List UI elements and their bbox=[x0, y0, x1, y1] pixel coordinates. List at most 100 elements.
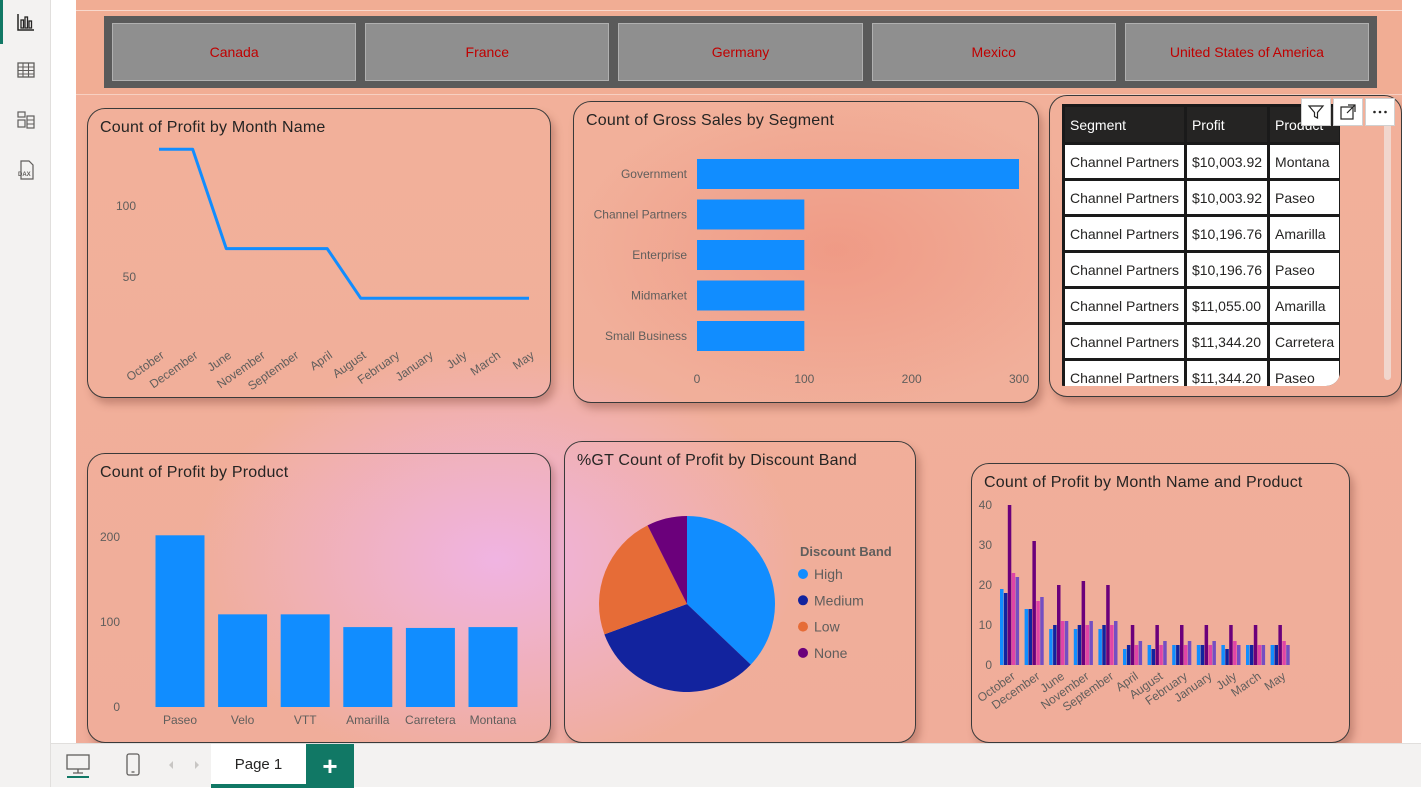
bar bbox=[155, 535, 205, 707]
cell-product: Paseo bbox=[1270, 253, 1340, 286]
bar bbox=[468, 627, 518, 707]
y-tick-label: 100 bbox=[116, 199, 136, 213]
bar bbox=[1229, 625, 1233, 665]
cell-profit: $11,055.00 bbox=[1186, 289, 1268, 322]
cell-segment: Channel Partners bbox=[1065, 325, 1184, 358]
bar bbox=[1249, 645, 1254, 665]
bar bbox=[1138, 641, 1143, 665]
dax-query-icon[interactable]: DAX bbox=[0, 148, 51, 192]
table-viewport: Segment Profit Product Channel Partners $… bbox=[1050, 96, 1340, 386]
bar bbox=[1274, 645, 1278, 665]
x-tick-label: Montana bbox=[470, 713, 517, 727]
month-product-bar-card[interactable]: Count of Profit by Month Name and Produc… bbox=[971, 463, 1350, 743]
bar bbox=[1261, 645, 1266, 665]
cell-segment: Channel Partners bbox=[1065, 217, 1184, 250]
bar bbox=[1102, 625, 1106, 665]
bar bbox=[1130, 625, 1135, 665]
bar bbox=[1172, 645, 1176, 665]
bar bbox=[1134, 645, 1139, 665]
pie-chart-card[interactable]: %GT Count of Profit by Discount Band Dis… bbox=[564, 441, 916, 743]
table-scrollbar[interactable] bbox=[1384, 106, 1391, 380]
table-row[interactable]: Channel Partners $10,196.76 Paseo bbox=[1065, 253, 1340, 286]
pie-chart: Discount Band High Medium Low None bbox=[599, 516, 892, 692]
mobile-layout-icon[interactable] bbox=[118, 750, 148, 780]
y-tick-label: 100 bbox=[100, 615, 120, 629]
column-header-profit[interactable]: Profit bbox=[1186, 107, 1268, 142]
bar bbox=[1098, 629, 1102, 665]
bar bbox=[697, 280, 805, 311]
bar bbox=[1081, 581, 1086, 665]
desktop-layout-icon[interactable] bbox=[63, 750, 93, 780]
previous-page-icon[interactable] bbox=[158, 750, 184, 780]
focus-mode-icon[interactable] bbox=[1333, 98, 1363, 126]
bar bbox=[1180, 625, 1184, 665]
bar bbox=[343, 627, 393, 707]
table-row[interactable]: Channel Partners $11,344.20 Carretera bbox=[1065, 325, 1340, 358]
table-row[interactable]: Channel Partners $10,003.92 Montana bbox=[1065, 145, 1340, 178]
bar bbox=[1151, 649, 1155, 665]
bar bbox=[1003, 593, 1008, 665]
bar bbox=[1246, 645, 1250, 665]
column-header-segment[interactable]: Segment bbox=[1065, 107, 1184, 142]
x-tick-label: 200 bbox=[902, 372, 922, 386]
slicer-item-france[interactable]: France bbox=[365, 23, 610, 81]
data-table: Segment Profit Product Channel Partners $… bbox=[1062, 104, 1340, 386]
slicer-item-usa[interactable]: United States of America bbox=[1124, 23, 1370, 81]
product-bar-card[interactable]: Count of Profit by Product 0 100 200 Paseo V… bbox=[87, 453, 551, 743]
add-page-button[interactable]: + bbox=[306, 744, 354, 788]
more-options-icon[interactable] bbox=[1365, 98, 1395, 126]
cell-profit: $10,196.76 bbox=[1186, 253, 1268, 286]
bar bbox=[1060, 621, 1065, 665]
table-card[interactable]: Segment Profit Product Channel Partners $… bbox=[1049, 95, 1402, 397]
page-navigation-bar: Page 1 + bbox=[51, 743, 1421, 788]
product-bar-chart: 0 100 200 Paseo Velo VTT Amarilla Carretera Mont… bbox=[100, 530, 518, 727]
table-row[interactable]: Channel Partners $11,055.00 Amarilla bbox=[1065, 289, 1340, 322]
slicer-item-mexico[interactable]: Mexico bbox=[871, 23, 1116, 81]
segment-bar-card[interactable]: Count of Gross Sales by Segment Governme… bbox=[573, 101, 1039, 403]
cell-segment: Channel Partners bbox=[1065, 181, 1184, 214]
legend-marker bbox=[798, 621, 808, 632]
x-tick-label: May bbox=[510, 348, 537, 372]
table-row[interactable]: Channel Partners $10,196.76 Amarilla bbox=[1065, 217, 1340, 250]
legend-marker bbox=[798, 647, 808, 658]
bar bbox=[1000, 589, 1004, 665]
cell-product: Carretera bbox=[1270, 325, 1340, 358]
y-tick-label: 0 bbox=[113, 700, 120, 714]
line-chart-card[interactable]: Count of Profit by Month Name 50 100 Octob… bbox=[87, 108, 551, 398]
x-tick-label: May bbox=[1262, 669, 1289, 693]
x-tick-label: 100 bbox=[794, 372, 814, 386]
page-tab-page-1[interactable]: Page 1 bbox=[211, 744, 306, 788]
table-row[interactable]: Channel Partners $11,344.20 Paseo bbox=[1065, 361, 1340, 386]
cell-profit: $10,003.92 bbox=[1186, 181, 1268, 214]
bar bbox=[1110, 625, 1114, 665]
bar bbox=[1007, 505, 1012, 665]
bar bbox=[697, 321, 805, 351]
bar bbox=[1204, 625, 1209, 665]
bar bbox=[1237, 645, 1241, 665]
next-page-icon[interactable] bbox=[184, 750, 210, 780]
bar bbox=[1114, 621, 1118, 665]
table-row[interactable]: Channel Partners $10,003.92 Paseo bbox=[1065, 181, 1340, 214]
report-view-icon[interactable] bbox=[0, 0, 51, 44]
slicer-item-germany[interactable]: Germany bbox=[618, 23, 863, 81]
model-view-icon[interactable] bbox=[0, 98, 51, 142]
visual-header bbox=[1301, 98, 1395, 126]
bar bbox=[1270, 645, 1275, 665]
bar bbox=[1032, 541, 1036, 665]
legend-label: Medium bbox=[814, 592, 864, 608]
filter-icon[interactable] bbox=[1301, 98, 1331, 126]
x-tick-label: Amarilla bbox=[346, 713, 390, 727]
legend-label: None bbox=[814, 645, 848, 661]
bar bbox=[1085, 625, 1089, 665]
cell-profit: $11,344.20 bbox=[1186, 361, 1268, 386]
x-tick-label: January bbox=[393, 348, 436, 384]
x-tick-label: VTT bbox=[294, 713, 317, 727]
bar bbox=[1036, 601, 1040, 665]
bar bbox=[1077, 625, 1082, 665]
line-chart: 50100OctoberDecember JuneNovemberSeptembe… bbox=[116, 147, 537, 393]
cell-segment: Channel Partners bbox=[1065, 253, 1184, 286]
slicer-item-canada[interactable]: Canada bbox=[112, 23, 357, 81]
table-view-icon[interactable] bbox=[0, 48, 51, 92]
bar bbox=[218, 614, 268, 707]
bar bbox=[1057, 585, 1061, 665]
